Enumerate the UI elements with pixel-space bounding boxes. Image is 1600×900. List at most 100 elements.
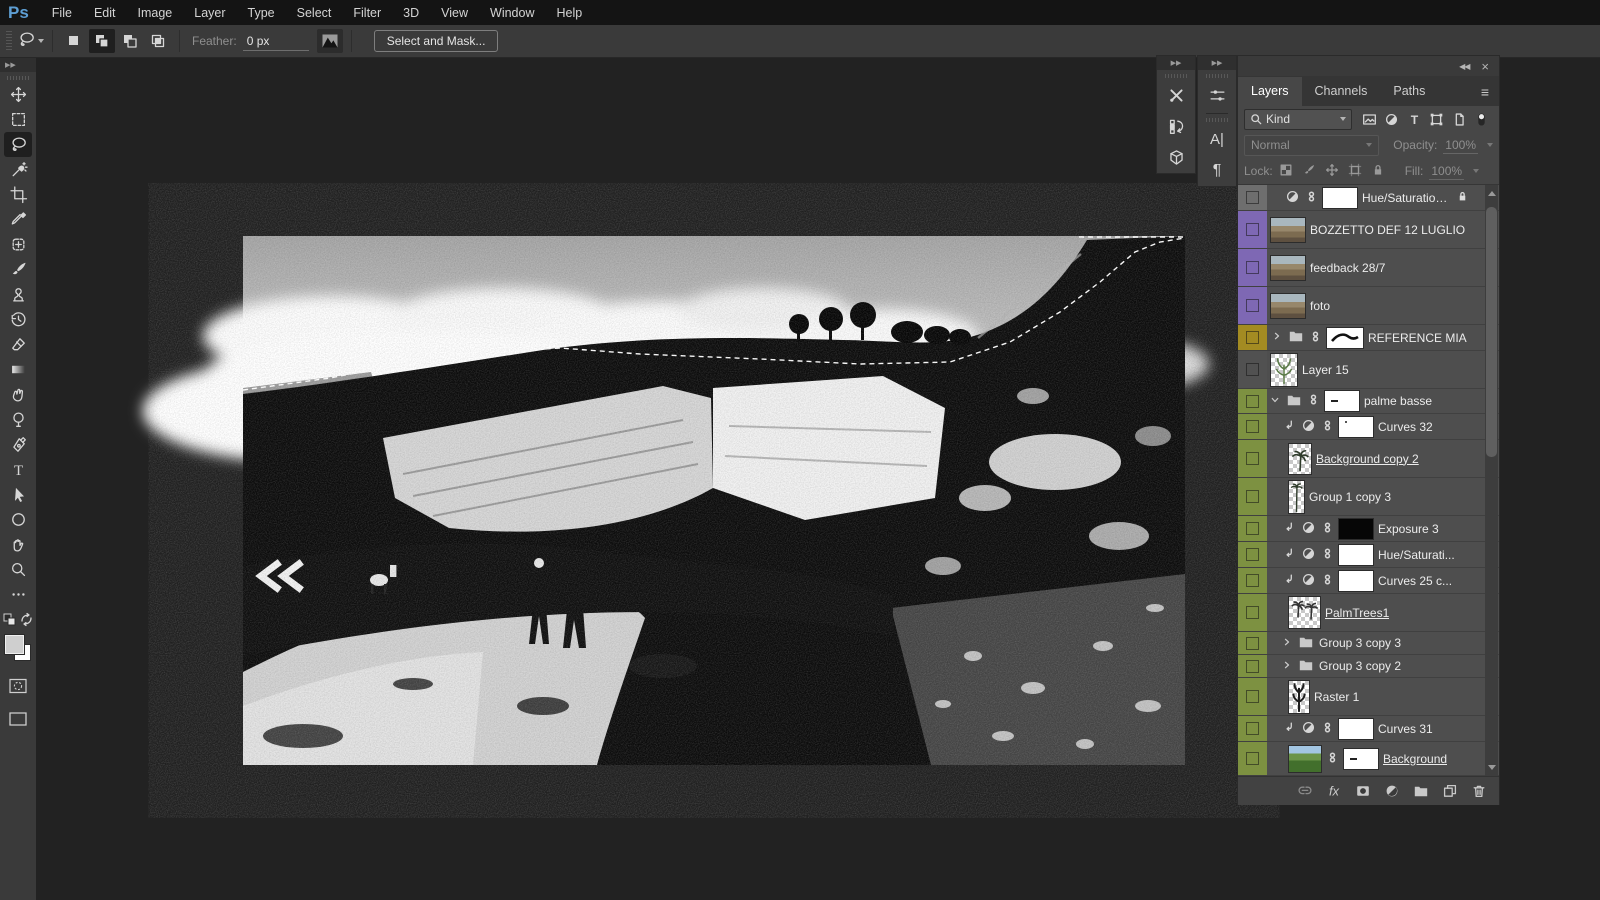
menu-type[interactable]: Type bbox=[237, 0, 286, 25]
layer-visibility-toggle[interactable] bbox=[1246, 420, 1259, 433]
lock-transparency-icon[interactable] bbox=[1279, 163, 1293, 180]
lock-move-icon[interactable] bbox=[1325, 163, 1339, 180]
layer-visibility-toggle[interactable] bbox=[1246, 606, 1259, 619]
strip1-expand-button[interactable]: ▶▶ bbox=[1157, 56, 1195, 70]
layer-row[interactable]: REFERENCE MIA bbox=[1238, 325, 1499, 351]
layer-thumbnail[interactable] bbox=[1271, 256, 1305, 280]
menu-image[interactable]: Image bbox=[127, 0, 184, 25]
layer-row[interactable]: Curves 25 c... bbox=[1238, 568, 1499, 594]
expand-group-icon[interactable] bbox=[1281, 659, 1293, 674]
anti-alias-toggle[interactable] bbox=[317, 29, 343, 53]
gradient-tool[interactable] bbox=[4, 357, 32, 382]
character-panel-icon[interactable]: A| bbox=[1206, 124, 1228, 155]
menu-help[interactable]: Help bbox=[546, 0, 594, 25]
layer-name[interactable]: foto bbox=[1310, 299, 1330, 313]
layer-visibility-toggle[interactable] bbox=[1246, 690, 1259, 703]
smudge-tool[interactable] bbox=[4, 382, 32, 407]
panel-menu-icon[interactable]: ≡ bbox=[1471, 84, 1499, 106]
3d-panel-icon[interactable] bbox=[1168, 142, 1185, 173]
layer-visibility-toggle[interactable] bbox=[1246, 722, 1259, 735]
add-adjustment-icon[interactable] bbox=[1384, 783, 1400, 799]
layer-name[interactable]: Hue/Saturati... bbox=[1378, 548, 1455, 562]
screen-mode-button[interactable] bbox=[4, 706, 32, 731]
layer-thumbnail[interactable] bbox=[1289, 681, 1309, 713]
opacity-value[interactable]: 100% bbox=[1443, 137, 1478, 154]
layer-name[interactable]: REFERENCE MIA bbox=[1368, 331, 1467, 345]
clone-stamp-tool[interactable] bbox=[4, 282, 32, 307]
opacity-chevron[interactable] bbox=[1487, 143, 1493, 147]
layer-visibility-toggle[interactable] bbox=[1246, 191, 1259, 204]
tool-preset-picker[interactable] bbox=[18, 29, 44, 53]
smart-object-filter-icon[interactable] bbox=[1449, 112, 1469, 127]
layer-name[interactable]: feedback 28/7 bbox=[1310, 261, 1385, 275]
filter-kind-dropdown[interactable]: Kind bbox=[1244, 109, 1352, 130]
layer-row[interactable]: PalmTrees1 bbox=[1238, 594, 1499, 632]
history-brush-tool[interactable] bbox=[4, 307, 32, 332]
layer-name[interactable]: BOZZETTO DEF 12 LUGLIO bbox=[1310, 223, 1465, 237]
type-filter-icon[interactable]: T bbox=[1404, 112, 1424, 127]
layer-thumbnail[interactable] bbox=[1271, 294, 1305, 318]
layer-list-scrollbar[interactable] bbox=[1485, 185, 1498, 776]
tool-presets-panel-icon[interactable] bbox=[1168, 80, 1185, 111]
feather-input[interactable]: 0 px bbox=[243, 32, 309, 51]
adjustment-filter-icon[interactable] bbox=[1382, 112, 1402, 127]
layer-row[interactable]: Curves 31 bbox=[1238, 716, 1499, 742]
layer-mask-thumbnail[interactable] bbox=[1323, 188, 1357, 208]
layer-row[interactable]: Group 3 copy 3 bbox=[1238, 632, 1499, 655]
layer-mask-thumbnail[interactable] bbox=[1325, 391, 1359, 411]
layer-thumbnail[interactable] bbox=[1289, 481, 1304, 513]
menu-select[interactable]: Select bbox=[286, 0, 343, 25]
scroll-down-arrow[interactable] bbox=[1488, 765, 1496, 770]
layer-name[interactable]: Group 1 copy 3 bbox=[1309, 490, 1391, 504]
ellipse-tool[interactable] bbox=[4, 507, 32, 532]
layer-name[interactable]: Curves 32 bbox=[1378, 420, 1433, 434]
layer-thumbnail[interactable] bbox=[1271, 354, 1297, 386]
layer-visibility-toggle[interactable] bbox=[1246, 223, 1259, 236]
eraser-tool[interactable] bbox=[4, 332, 32, 357]
fill-chevron[interactable] bbox=[1473, 169, 1479, 173]
layer-name[interactable]: palme basse bbox=[1364, 394, 1432, 408]
image-filter-icon[interactable] bbox=[1359, 112, 1379, 127]
layer-row[interactable]: feedback 28/7 bbox=[1238, 249, 1499, 287]
layer-row[interactable]: palme basse bbox=[1238, 389, 1499, 414]
expand-group-icon[interactable] bbox=[1271, 330, 1283, 345]
layer-visibility-toggle[interactable] bbox=[1246, 752, 1259, 765]
layer-thumbnail[interactable] bbox=[1271, 218, 1305, 242]
fill-value[interactable]: 100% bbox=[1429, 163, 1464, 180]
blend-mode-dropdown[interactable]: Normal bbox=[1244, 135, 1379, 156]
move-tool[interactable] bbox=[4, 82, 32, 107]
crop-tool[interactable] bbox=[4, 182, 32, 207]
layer-name[interactable]: Raster 1 bbox=[1314, 690, 1359, 704]
layer-thumbnail[interactable] bbox=[1289, 597, 1320, 628]
layer-name[interactable]: Background bbox=[1383, 752, 1447, 766]
layer-row[interactable]: foto bbox=[1238, 287, 1499, 325]
layer-visibility-toggle[interactable] bbox=[1246, 660, 1259, 673]
layer-visibility-toggle[interactable] bbox=[1246, 331, 1259, 344]
lock-all-icon[interactable] bbox=[1371, 163, 1385, 180]
menu-3d[interactable]: 3D bbox=[392, 0, 430, 25]
scrollbar-thumb[interactable] bbox=[1486, 207, 1497, 457]
tab-layers[interactable]: Layers bbox=[1238, 77, 1302, 106]
layer-row[interactable]: Curves 32 bbox=[1238, 414, 1499, 440]
close-panel-icon[interactable]: × bbox=[1481, 59, 1489, 74]
layer-name[interactable]: Curves 31 bbox=[1378, 722, 1433, 736]
layer-visibility-toggle[interactable] bbox=[1246, 490, 1259, 503]
layer-name[interactable]: Layer 15 bbox=[1302, 363, 1349, 377]
layer-style-icon[interactable]: fx bbox=[1326, 783, 1342, 799]
new-selection-button[interactable] bbox=[61, 29, 87, 53]
menu-window[interactable]: Window bbox=[479, 0, 545, 25]
layer-mask-thumbnail[interactable] bbox=[1339, 545, 1373, 565]
edit-toolbar[interactable] bbox=[4, 582, 32, 607]
layer-visibility-toggle[interactable] bbox=[1246, 395, 1259, 408]
layer-row[interactable]: Background copy 2 bbox=[1238, 440, 1499, 478]
layer-visibility-toggle[interactable] bbox=[1246, 299, 1259, 312]
add-to-selection-button[interactable] bbox=[89, 29, 115, 53]
scroll-up-arrow[interactable] bbox=[1488, 191, 1496, 196]
healing-brush-tool[interactable] bbox=[4, 232, 32, 257]
layer-row[interactable]: Raster 1 bbox=[1238, 678, 1499, 716]
new-layer-icon[interactable] bbox=[1442, 783, 1458, 799]
layer-visibility-toggle[interactable] bbox=[1246, 452, 1259, 465]
new-group-icon[interactable] bbox=[1413, 783, 1429, 799]
layer-mask-thumbnail[interactable] bbox=[1344, 749, 1378, 769]
lock-artboard-icon[interactable] bbox=[1348, 163, 1362, 180]
